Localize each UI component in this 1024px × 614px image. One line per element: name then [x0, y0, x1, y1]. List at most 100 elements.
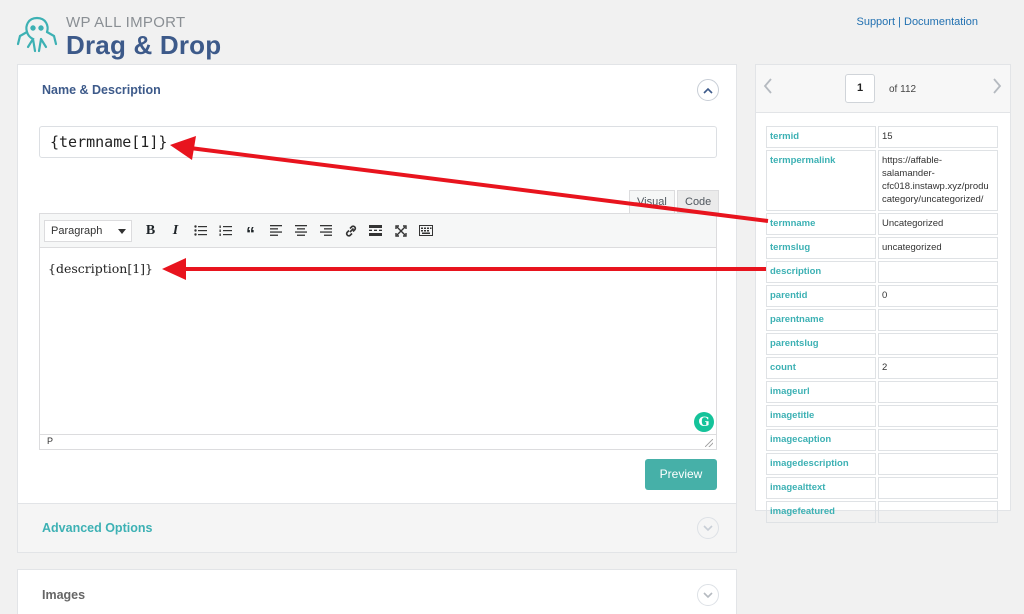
field-value	[878, 405, 998, 427]
link-separator: |	[898, 16, 901, 28]
field-key[interactable]: description	[766, 261, 876, 283]
field-key[interactable]: termpermalink	[766, 150, 876, 211]
grammarly-icon[interactable]: G	[694, 412, 714, 432]
table-row: imagefeatured	[766, 501, 998, 523]
images-panel[interactable]: Images	[17, 569, 737, 614]
bold-icon: B	[145, 222, 156, 238]
octopus-logo-icon	[16, 16, 58, 53]
chevron-down-icon	[703, 524, 713, 531]
record-fields-table: termid 15 termpermalink https://affable- s…	[764, 124, 1000, 525]
element-path[interactable]: P	[47, 436, 53, 446]
resize-handle-icon[interactable]	[705, 439, 713, 447]
field-value: 15	[878, 126, 998, 148]
panel-title[interactable]: Images	[42, 588, 85, 602]
documentation-link[interactable]: Documentation	[904, 16, 978, 28]
bold-button[interactable]: B	[138, 219, 163, 243]
keyboard-icon	[418, 225, 433, 236]
numbered-list-icon	[219, 225, 232, 236]
advanced-options-panel[interactable]: Advanced Options	[17, 503, 737, 553]
panel-title[interactable]: Advanced Options	[42, 521, 152, 535]
field-value	[878, 453, 998, 475]
table-row: count 2	[766, 357, 998, 379]
field-value	[878, 261, 998, 283]
field-value	[878, 381, 998, 403]
panel-title[interactable]: Name & Description	[42, 83, 161, 97]
paragraph-format-select[interactable]: Paragraph	[44, 219, 132, 242]
read-more-icon	[369, 225, 382, 236]
italic-button[interactable]: I	[163, 219, 188, 243]
field-key[interactable]: imagefeatured	[766, 501, 876, 523]
quote-icon: “	[246, 223, 255, 244]
field-value	[878, 333, 998, 355]
align-center-button[interactable]	[288, 219, 313, 243]
table-row: imagedescription	[766, 453, 998, 475]
field-key[interactable]: termname	[766, 213, 876, 235]
format-select-value: Paragraph	[51, 224, 103, 237]
align-left-button[interactable]	[263, 219, 288, 243]
record-preview-panel: 1 of 112 termid 15 termpermalink https://a…	[755, 64, 1011, 523]
field-value: uncategorized	[878, 237, 998, 259]
table-row: imagetitle	[766, 405, 998, 427]
support-link[interactable]: Support	[856, 16, 895, 28]
fullscreen-button[interactable]	[388, 219, 413, 243]
table-row: parentname	[766, 309, 998, 331]
link-icon	[345, 224, 356, 237]
record-number-input[interactable]: 1	[845, 74, 875, 103]
blockquote-button[interactable]: “	[238, 219, 263, 243]
field-key[interactable]: termslug	[766, 237, 876, 259]
field-key[interactable]: imagecaption	[766, 429, 876, 451]
numbered-list-button[interactable]	[213, 219, 238, 243]
table-row: imagecaption	[766, 429, 998, 451]
expand-button[interactable]	[697, 517, 719, 539]
field-key[interactable]: imageurl	[766, 381, 876, 403]
insert-link-button[interactable]	[338, 219, 363, 243]
field-key[interactable]: termid	[766, 126, 876, 148]
field-key[interactable]: count	[766, 357, 876, 379]
toolbar-toggle-button[interactable]	[413, 219, 438, 243]
collapse-button[interactable]	[697, 79, 719, 101]
editor-statusbar: P	[40, 434, 716, 449]
bullet-list-button[interactable]	[188, 219, 213, 243]
top-links: Support | Documentation	[856, 16, 978, 28]
field-value: 0	[878, 285, 998, 307]
table-row: termname Uncategorized	[766, 213, 998, 235]
field-value: Uncategorized	[878, 213, 998, 235]
caret-down-icon	[118, 228, 126, 234]
record-navigation: 1 of 112	[756, 65, 1010, 113]
field-value	[878, 477, 998, 499]
field-key[interactable]: imagedescription	[766, 453, 876, 475]
italic-icon: I	[172, 222, 179, 238]
field-value: https://affable- salamander- cfc018.inst…	[878, 150, 998, 211]
field-key[interactable]: imagealttext	[766, 477, 876, 499]
preview-button[interactable]: Preview	[645, 459, 717, 490]
record-total-label: of 112	[889, 84, 917, 95]
brand-main-title: Drag & Drop	[66, 30, 222, 60]
name-description-panel: Name & Description {termname[1]} Visual …	[17, 64, 737, 504]
editor-toolbar: Paragraph B I “	[40, 214, 716, 248]
field-value: 2	[878, 357, 998, 379]
table-row: imagealttext	[766, 477, 998, 499]
chevron-up-icon	[703, 87, 713, 94]
editor-content-area[interactable]: {description[1]} G	[40, 248, 716, 434]
table-row: parentslug	[766, 333, 998, 355]
field-key[interactable]: parentname	[766, 309, 876, 331]
read-more-button[interactable]	[363, 219, 388, 243]
next-record-icon[interactable]	[992, 74, 1002, 100]
table-row: termid 15	[766, 126, 998, 148]
field-value	[878, 309, 998, 331]
align-right-button[interactable]	[313, 219, 338, 243]
table-row: termslug uncategorized	[766, 237, 998, 259]
term-name-input[interactable]: {termname[1]}	[39, 126, 717, 158]
field-key[interactable]: parentslug	[766, 333, 876, 355]
expand-button[interactable]	[697, 584, 719, 606]
bullet-list-icon	[194, 225, 207, 236]
field-key[interactable]: parentid	[766, 285, 876, 307]
align-left-icon	[269, 225, 282, 236]
field-value	[878, 429, 998, 451]
description-editor: Paragraph B I “ {description[1]} G P	[39, 213, 717, 450]
tab-code[interactable]: Code	[677, 190, 720, 213]
align-right-icon	[319, 225, 332, 236]
tab-visual[interactable]: Visual	[629, 190, 675, 213]
previous-record-icon[interactable]	[763, 74, 773, 100]
field-key[interactable]: imagetitle	[766, 405, 876, 427]
